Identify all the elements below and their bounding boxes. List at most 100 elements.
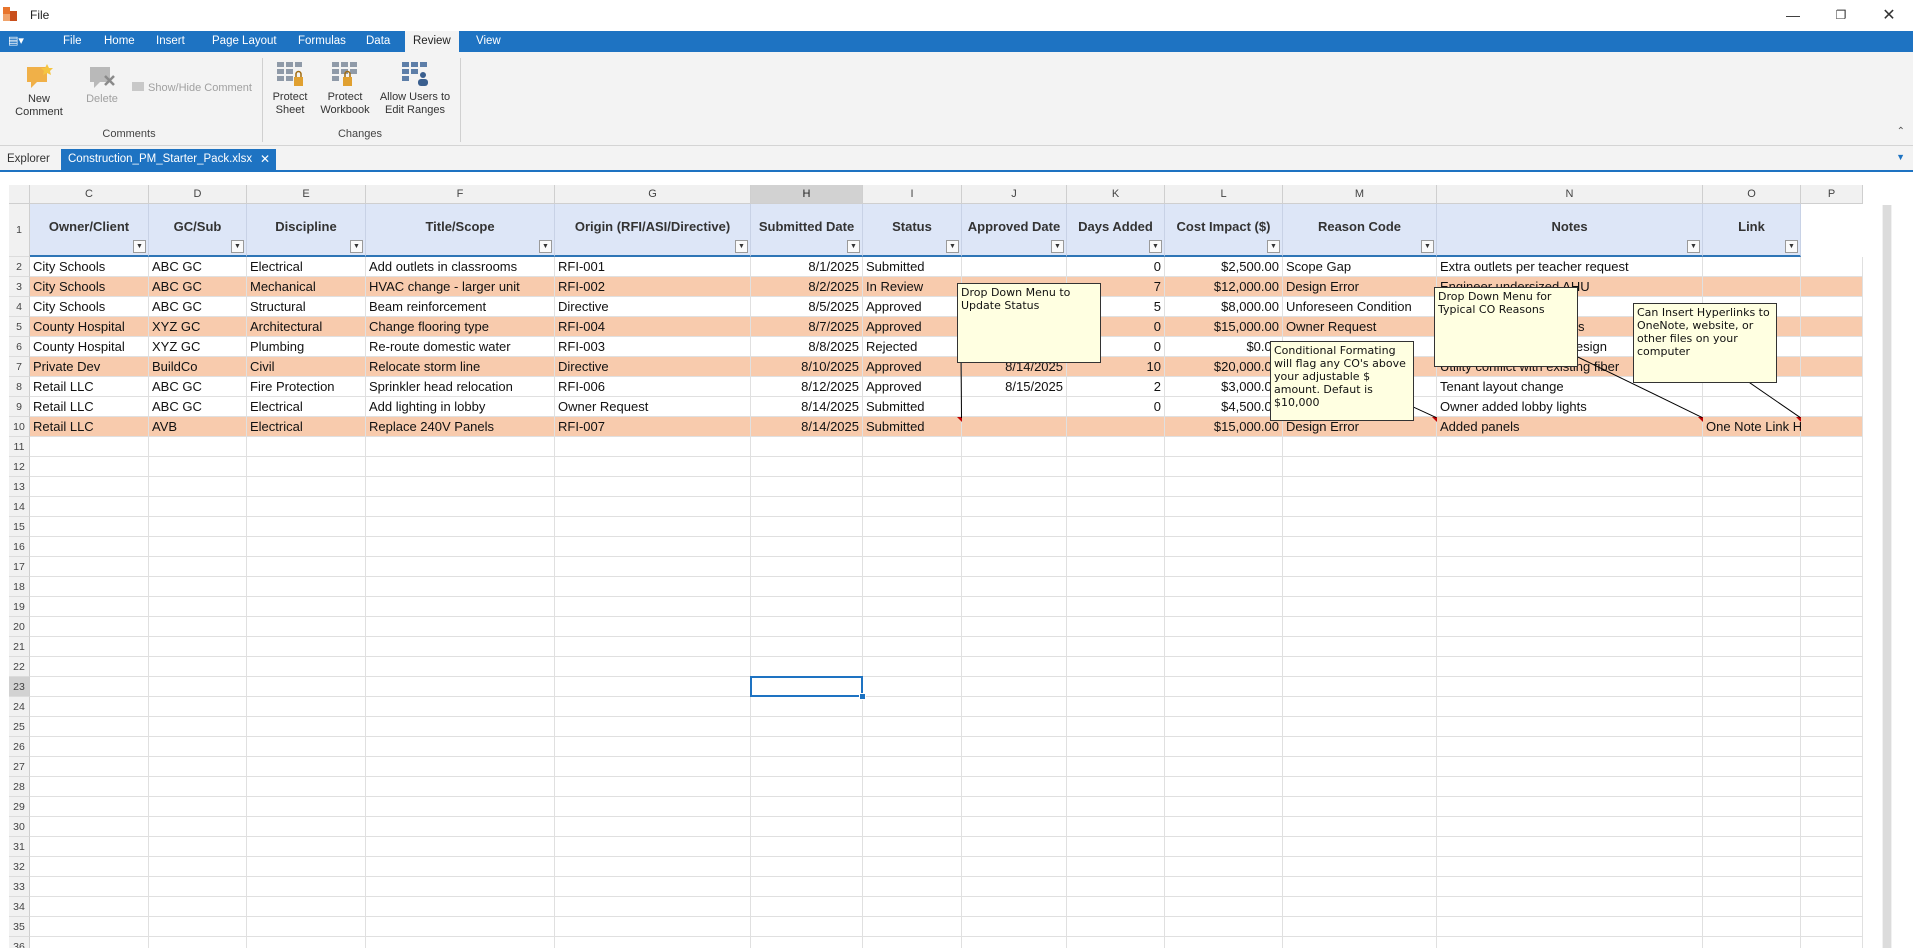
comment-note[interactable]: Drop Down Menu to Update Status [957, 283, 1101, 363]
fill-handle[interactable] [859, 693, 866, 700]
close-icon[interactable]: ✕ [1866, 0, 1912, 31]
row-header-16[interactable]: 16 [9, 537, 30, 557]
tab-page-layout[interactable]: Page Layout [204, 31, 285, 52]
table-cell[interactable]: Private Dev [30, 357, 149, 377]
table-cell[interactable]: ABC GC [149, 277, 247, 297]
row-header-3[interactable]: 3 [9, 277, 30, 297]
table-cell[interactable]: Beam reinforcement [366, 297, 555, 317]
column-header-l[interactable]: L [1165, 185, 1283, 204]
row-header-17[interactable]: 17 [9, 557, 30, 577]
column-header-f[interactable]: F [366, 185, 555, 204]
table-cell[interactable]: Added panels [1437, 417, 1703, 437]
table-cell[interactable]: Retail LLC [30, 417, 149, 437]
tab-review[interactable]: Review [405, 31, 459, 52]
table-cell[interactable]: Architectural [247, 317, 366, 337]
table-cell[interactable]: ABC GC [149, 377, 247, 397]
table-cell[interactable]: One Note Link HERE [1703, 417, 1829, 437]
row-header-30[interactable]: 30 [9, 817, 30, 837]
protect-workbook-button[interactable]: Protect Workbook [318, 60, 372, 117]
row-header-12[interactable]: 12 [9, 457, 30, 477]
tab-list-dropdown-icon[interactable]: ▼ [1896, 152, 1905, 162]
column-header-e[interactable]: E [247, 185, 366, 204]
table-cell[interactable]: Directive [555, 357, 751, 377]
table-cell[interactable]: RFI-002 [555, 277, 751, 297]
row-header-19[interactable]: 19 [9, 597, 30, 617]
comment-indicator-icon[interactable] [1796, 417, 1801, 422]
column-header-d[interactable]: D [149, 185, 247, 204]
table-cell[interactable]: Approved [863, 357, 962, 377]
column-header-i[interactable]: I [863, 185, 962, 204]
table-cell[interactable]: Extra outlets per teacher request [1437, 257, 1703, 277]
table-cell[interactable]: 8/14/2025 [751, 397, 863, 417]
filter-dropdown-icon[interactable]: ▼ [1267, 240, 1280, 253]
row-header-11[interactable]: 11 [9, 437, 30, 457]
row-header-33[interactable]: 33 [9, 877, 30, 897]
tab-workbook-file[interactable]: Construction_PM_Starter_Pack.xlsx ✕ [61, 149, 277, 170]
table-cell[interactable]: Owner added lobby lights [1437, 397, 1703, 417]
column-header-n[interactable]: N [1437, 185, 1703, 204]
table-cell[interactable]: In Review [863, 277, 962, 297]
table-cell[interactable]: Plumbing [247, 337, 366, 357]
column-header-j[interactable]: J [962, 185, 1067, 204]
row-header-13[interactable]: 13 [9, 477, 30, 497]
comment-note[interactable]: Drop Down Menu for Typical CO Reasons [1434, 287, 1578, 367]
row-header-15[interactable]: 15 [9, 517, 30, 537]
table-cell[interactable]: Add outlets in classrooms [366, 257, 555, 277]
filter-dropdown-icon[interactable]: ▼ [1687, 240, 1700, 253]
close-tab-icon[interactable]: ✕ [260, 149, 270, 170]
table-cell[interactable]: RFI-001 [555, 257, 751, 277]
column-header-h[interactable]: H [751, 185, 863, 204]
table-cell[interactable]: $20,000.00 [1165, 357, 1283, 377]
show-hide-comment-button[interactable]: Show/Hide Comment [132, 82, 257, 95]
table-cell[interactable]: 8/5/2025 [751, 297, 863, 317]
table-cell[interactable]: ABC GC [149, 257, 247, 277]
table-cell[interactable]: City Schools [30, 277, 149, 297]
table-cell[interactable]: Owner Request [1283, 317, 1437, 337]
table-cell[interactable]: 8/8/2025 [751, 337, 863, 357]
tab-formulas[interactable]: Formulas [290, 31, 354, 52]
row-header-7[interactable]: 7 [9, 357, 30, 377]
row-header-25[interactable]: 25 [9, 717, 30, 737]
table-cell[interactable] [1801, 277, 1863, 297]
row-header-2[interactable]: 2 [9, 257, 30, 277]
table-cell[interactable] [1703, 277, 1801, 297]
table-cell[interactable]: Owner Request [555, 397, 751, 417]
row-header-14[interactable]: 14 [9, 497, 30, 517]
spreadsheet-grid[interactable]: C D E F G H I J K L M N O P 1 2 3 4 5 6 7 8 9 10 11 12 13 14 15 16 17 1… [9, 185, 1892, 948]
table-cell[interactable]: Sprinkler head relocation [366, 377, 555, 397]
table-cell[interactable]: $0.00 [1165, 337, 1283, 357]
table-cell[interactable] [962, 397, 1067, 417]
table-cell[interactable]: Submitted [863, 417, 962, 437]
table-cell[interactable]: XYZ GC [149, 337, 247, 357]
row-header-5[interactable]: 5 [9, 317, 30, 337]
row-header-22[interactable]: 22 [9, 657, 30, 677]
table-cell[interactable] [1801, 317, 1863, 337]
table-cell[interactable]: City Schools [30, 297, 149, 317]
row-header-1[interactable]: 1 [9, 204, 30, 257]
table-cell[interactable]: Structural [247, 297, 366, 317]
table-cell[interactable]: Electrical [247, 397, 366, 417]
table-cell[interactable]: $15,000.00 [1165, 417, 1283, 437]
column-header-k[interactable]: K [1067, 185, 1165, 204]
table-cell[interactable]: 0 [1067, 257, 1165, 277]
filter-dropdown-icon[interactable]: ▼ [1149, 240, 1162, 253]
filter-dropdown-icon[interactable]: ▼ [539, 240, 552, 253]
table-cell[interactable] [962, 417, 1067, 437]
row-header-34[interactable]: 34 [9, 897, 30, 917]
table-cell[interactable]: 8/1/2025 [751, 257, 863, 277]
table-cell[interactable] [1801, 357, 1863, 377]
row-header-28[interactable]: 28 [9, 777, 30, 797]
table-cell[interactable]: $4,500.00 [1165, 397, 1283, 417]
filter-dropdown-icon[interactable]: ▼ [231, 240, 244, 253]
table-cell[interactable]: Submitted [863, 257, 962, 277]
table-cell[interactable]: ABC GC [149, 397, 247, 417]
table-cell[interactable]: 8/14/2025 [751, 417, 863, 437]
table-cell[interactable]: 8/10/2025 [751, 357, 863, 377]
table-cell[interactable]: $8,000.00 [1165, 297, 1283, 317]
table-cell[interactable]: Add lighting in lobby [366, 397, 555, 417]
table-cell[interactable]: 8/15/2025 [962, 377, 1067, 397]
new-comment-button[interactable]: New Comment [3, 62, 75, 119]
scrollbar-thumb[interactable] [1883, 205, 1891, 948]
table-cell[interactable]: Electrical [247, 417, 366, 437]
table-cell[interactable]: Electrical [247, 257, 366, 277]
